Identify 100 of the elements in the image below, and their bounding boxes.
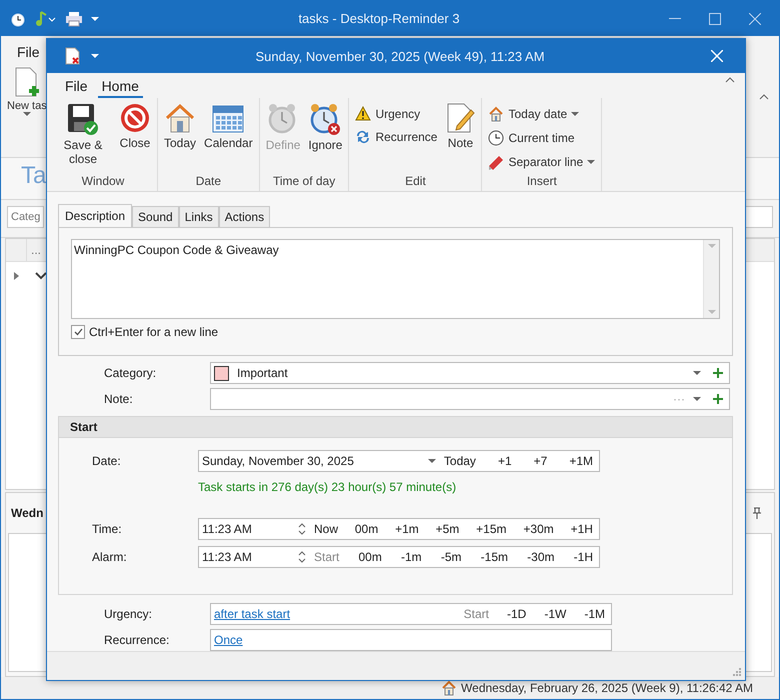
spinner-icon[interactable]	[298, 522, 306, 536]
ribbon-button[interactable]: Save & close	[53, 102, 113, 166]
ribbon-button[interactable]: Close	[117, 102, 153, 150]
urgency-link[interactable]: after task start	[214, 607, 456, 621]
shortcut-link[interactable]: +1m	[395, 522, 419, 536]
shortcut-link[interactable]: +15m	[476, 522, 507, 536]
ribbon-button[interactable]: Recurrence	[353, 127, 440, 147]
field-label: Time:	[92, 522, 123, 536]
group-label: Time of day	[272, 174, 336, 190]
shortcut-link[interactable]: -1M	[584, 607, 605, 621]
chevron-down-icon[interactable]	[35, 272, 47, 280]
ribbon-button[interactable]: Today	[162, 102, 198, 150]
shortcut-link[interactable]: +1	[498, 454, 512, 468]
shortcut-link[interactable]: Today	[444, 454, 476, 468]
window-title: tasks - Desktop-Reminder 3	[297, 11, 461, 26]
caret-icon	[587, 160, 596, 164]
ribbon-button[interactable]: Current time	[486, 128, 598, 148]
collapse-icon[interactable]	[759, 94, 769, 100]
shortcut-link[interactable]: -15m	[480, 550, 508, 564]
ruler-icon	[488, 154, 504, 170]
more-options: ···	[673, 392, 685, 406]
spinner-icon[interactable]	[298, 550, 306, 564]
music-note-icon[interactable]	[35, 10, 57, 28]
caret-icon	[708, 310, 716, 314]
tab[interactable]: Links	[178, 206, 219, 228]
group-label: Insert	[526, 174, 558, 190]
floppy-disk-icon	[66, 102, 100, 136]
field-label: Category:	[104, 366, 158, 380]
new-task-button[interactable]: New tas	[7, 66, 47, 116]
ribbon-tab[interactable]: File	[17, 44, 47, 60]
shortcut-link[interactable]: -5m	[440, 550, 462, 564]
close-icon	[749, 12, 761, 24]
shortcut-link[interactable]: 00m	[358, 550, 382, 564]
warning-icon	[355, 106, 372, 121]
maximize-icon	[709, 12, 721, 24]
printer-icon[interactable]	[65, 10, 83, 26]
ribbon-button[interactable]: Urgency	[353, 104, 440, 123]
repeat-arrows-icon	[355, 129, 372, 145]
checkbox[interactable]	[71, 325, 85, 339]
ribbon-button[interactable]: Calendar	[202, 102, 255, 150]
document-delete-icon[interactable]	[65, 47, 81, 65]
resize-grip-icon	[733, 668, 741, 676]
group-label: Edit	[404, 174, 427, 190]
column-header: ...	[26, 239, 42, 261]
house-icon	[164, 102, 196, 134]
shortcut-link[interactable]: 00m	[354, 522, 378, 536]
shortcut-link[interactable]: Now	[314, 522, 338, 536]
field-label: Date:	[92, 454, 122, 468]
checkmark-icon	[74, 328, 82, 336]
shortcut-link[interactable]: +1M	[569, 454, 593, 468]
shortcut-link[interactable]: -1D	[506, 607, 526, 621]
minimize-icon	[669, 18, 681, 20]
plus-icon[interactable]	[713, 368, 723, 378]
caret-icon	[22, 112, 31, 116]
info-text: Task starts in 276 day(s) 23 hour(s) 57 minute(s)	[198, 479, 458, 496]
shortcut-link[interactable]: +7	[534, 454, 548, 468]
caret-icon	[708, 244, 716, 248]
tab[interactable]: Description	[58, 204, 132, 228]
shortcut-link[interactable]: -1W	[544, 607, 566, 621]
tab[interactable]: Sound	[132, 206, 179, 228]
shortcut-link[interactable]: -1m	[401, 550, 422, 564]
recurrence-link[interactable]: Once	[214, 633, 605, 647]
collapse-icon[interactable]	[725, 77, 735, 83]
filter-field[interactable]: Categ	[7, 206, 44, 228]
field-label: Note:	[104, 392, 134, 406]
panel-title: Wedn	[11, 506, 44, 520]
shortcut-link[interactable]: +1H	[570, 522, 593, 536]
note-pencil-icon	[445, 102, 476, 134]
ribbon-button[interactable]: Ignore	[306, 102, 344, 152]
ribbon-button[interactable]: Separator line	[486, 152, 598, 172]
date-field[interactable]: Sunday, November 30, 2025 Today +1 +7 +1M	[198, 450, 600, 472]
plus-icon[interactable]	[713, 394, 723, 404]
close-icon	[711, 50, 723, 62]
checkbox-label: Ctrl+Enter for a new line	[89, 325, 218, 339]
clock-icon	[488, 130, 504, 146]
ribbon-button[interactable]: Note	[443, 102, 478, 150]
time-field[interactable]: 11:23 AM Now 00m +1m +5m +15m +30m +1H	[198, 518, 600, 540]
status-text: Wednesday, February 26, 2025 (Week 9), 11:26:42 AM	[461, 681, 753, 695]
view-title: Ta	[21, 162, 46, 190]
shortcut-link[interactable]: -30m	[527, 550, 554, 564]
shortcut-link[interactable]: +5m	[436, 522, 460, 536]
pin-icon[interactable]	[752, 507, 762, 519]
caret-icon	[91, 16, 99, 20]
shortcut-link[interactable]: +30m	[523, 522, 554, 536]
house-icon	[488, 106, 504, 122]
caret-icon	[428, 459, 436, 463]
tab[interactable]: Actions	[218, 206, 270, 228]
expand-arrow-icon[interactable]	[14, 272, 19, 280]
dialog-title: Sunday, November 30, 2025 (Week 49), 11:23 AM	[254, 48, 546, 64]
field-label: Alarm:	[92, 550, 128, 564]
house-icon	[441, 680, 458, 696]
search-field[interactable]	[743, 206, 773, 228]
ribbon-tab[interactable]: File	[61, 78, 92, 98]
group-label: Date	[194, 174, 222, 190]
shortcut-link[interactable]: -1H	[574, 550, 593, 564]
alarm-clock-cross-icon	[308, 102, 342, 136]
description-field[interactable]: WinningPC Coupon Code & Giveaway	[71, 239, 720, 319]
ribbon-button[interactable]: Today date	[486, 104, 598, 124]
category-select[interactable]: Important	[210, 362, 730, 384]
section-title: Start	[70, 420, 98, 434]
